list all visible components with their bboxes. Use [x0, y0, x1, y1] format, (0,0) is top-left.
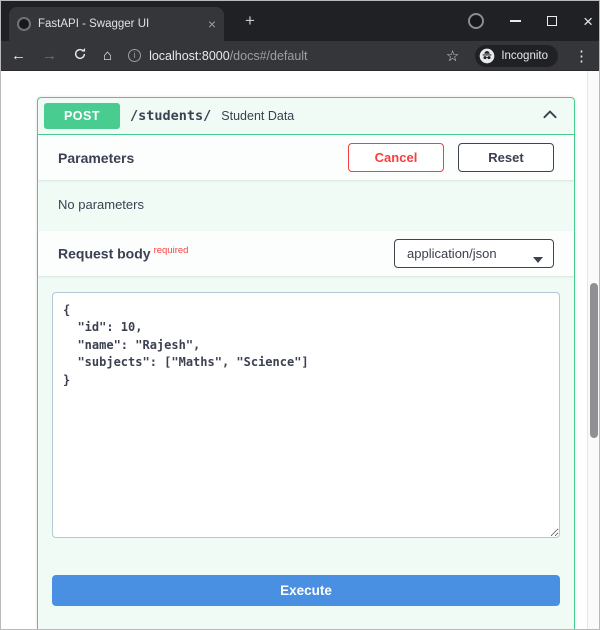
page-info-icon[interactable]: i [128, 49, 142, 62]
back-icon[interactable]: ← [11, 47, 26, 64]
media-type-select[interactable]: application/json [394, 239, 554, 268]
new-tab-button[interactable]: + [239, 10, 261, 32]
browser-toolbar: ← → ⌂ i localhost:8000/docs#/default ☆ I… [1, 41, 599, 71]
url-path: /docs#/default [229, 48, 308, 63]
browser-menu-icon[interactable]: ⋮ [574, 47, 589, 65]
opblock-summary[interactable]: POST /students/ Student Data [38, 98, 574, 135]
method-badge: POST [44, 103, 120, 129]
chevron-down-icon [533, 251, 543, 266]
execute-button[interactable]: Execute [52, 575, 560, 606]
maximize-button[interactable] [547, 16, 558, 26]
reset-button[interactable]: Reset [458, 143, 554, 172]
incognito-label: Incognito [501, 49, 548, 62]
request-body-heading: Request body required [58, 245, 188, 262]
url-text[interactable]: localhost:8000/docs#/default [149, 49, 307, 63]
profile-circle-icon[interactable] [468, 13, 485, 29]
scrollbar-thumb[interactable] [590, 283, 598, 438]
favicon-icon [17, 17, 31, 31]
request-body-textarea[interactable]: { "id": 10, "name": "Rajesh", "subjects"… [52, 292, 560, 538]
tab-close-icon[interactable]: × [208, 17, 216, 31]
minimize-button[interactable] [510, 20, 522, 22]
request-body-header: Request body required application/json [38, 231, 574, 276]
opblock-post-students: POST /students/ Student Data Parameters … [37, 97, 575, 629]
request-body-editor-wrapper: { "id": 10, "name": "Rajesh", "subjects"… [38, 276, 574, 543]
required-label: required [153, 245, 189, 257]
request-body-title: Request body [58, 245, 151, 262]
incognito-badge: Incognito [475, 44, 558, 67]
execute-wrapper: Execute [38, 543, 574, 629]
bookmark-star-icon[interactable]: ☆ [446, 47, 459, 65]
browser-window: FastAPI - Swagger UI × + × ← → ⌂ i local… [0, 0, 600, 630]
parameters-header: Parameters Cancel Reset [38, 135, 574, 180]
address-bar[interactable]: i localhost:8000/docs#/default [128, 49, 430, 63]
endpoint-summary: Student Data [221, 109, 295, 123]
browser-tab[interactable]: FastAPI - Swagger UI × [9, 7, 224, 41]
incognito-spy-icon [479, 48, 495, 64]
tab-title: FastAPI - Swagger UI [38, 18, 150, 30]
cancel-button[interactable]: Cancel [348, 143, 444, 172]
forward-icon[interactable]: → [42, 47, 57, 64]
page-scrollbar[interactable] [587, 71, 599, 629]
refresh-icon[interactable] [73, 47, 87, 65]
media-type-value: application/json [407, 246, 497, 261]
close-window-button[interactable]: × [583, 13, 593, 30]
parameters-heading: Parameters [58, 149, 135, 166]
no-parameters-text: No parameters [58, 197, 144, 212]
home-icon[interactable]: ⌂ [103, 47, 112, 64]
collapse-chevron-icon[interactable] [536, 105, 564, 128]
swagger-page: POST /students/ Student Data Parameters … [1, 71, 599, 629]
endpoint-path: /students/ [130, 108, 212, 124]
url-host: localhost:8000 [149, 48, 230, 63]
browser-titlebar: FastAPI - Swagger UI × + × [1, 1, 599, 41]
